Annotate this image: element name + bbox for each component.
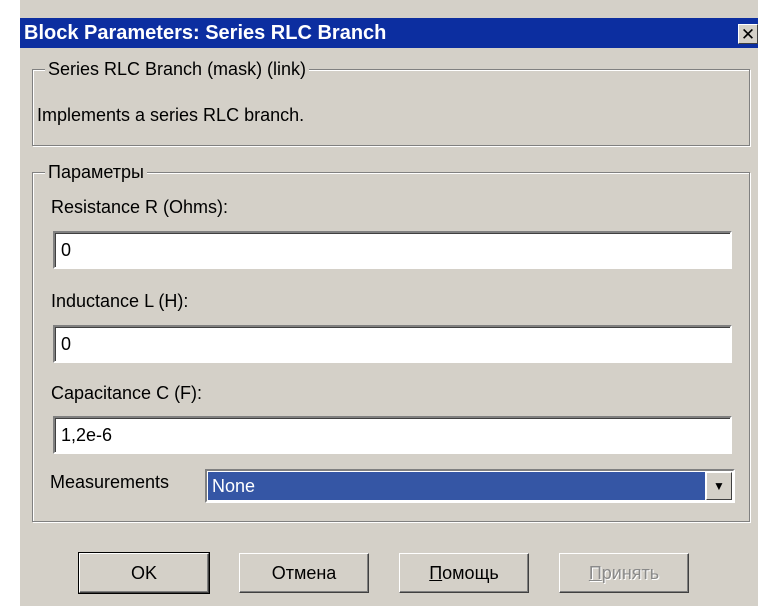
resistance-label: Resistance R (Ohms): [51, 197, 229, 217]
capacitance-label: Capacitance C (F): [51, 383, 203, 403]
dialog-content: Series RLC Branch (mask) (link) Implemen… [20, 48, 758, 606]
chevron-down-icon[interactable]: ▼ [706, 472, 732, 500]
apply-button[interactable]: Принять [559, 553, 689, 593]
capacitance-input[interactable]: 1,2e-6 [53, 416, 732, 454]
description-text: Implements a series RLC branch. [37, 105, 305, 125]
close-icon: ✕ [740, 25, 756, 44]
description-legend: Series RLC Branch (mask) (link) [45, 57, 310, 81]
inductance-label: Inductance L (H): [51, 291, 189, 311]
parameters-group: Параметры Resistance R (Ohms): 0 Inducta… [32, 160, 750, 522]
background-strip [0, 0, 20, 606]
cancel-button[interactable]: Отмена [239, 553, 369, 593]
description-group: Series RLC Branch (mask) (link) Implemen… [32, 57, 750, 146]
dialog-window: Block Parameters: Series RLC Branch ✕ Se… [0, 0, 758, 606]
close-button[interactable]: ✕ [738, 24, 758, 44]
window-title: Block Parameters: Series RLC Branch [24, 22, 387, 44]
measurements-selected-value: None [208, 472, 705, 500]
resistance-input[interactable]: 0 [53, 231, 732, 269]
parameters-legend: Параметры [45, 160, 147, 184]
inductance-input[interactable]: 0 [53, 325, 732, 363]
title-bar[interactable]: Block Parameters: Series RLC Branch ✕ [20, 18, 758, 48]
ok-button[interactable]: OK [78, 552, 210, 594]
help-button[interactable]: Помощь [399, 553, 529, 593]
measurements-label: Measurements [50, 472, 170, 492]
measurements-select[interactable]: None ▼ [205, 469, 735, 503]
